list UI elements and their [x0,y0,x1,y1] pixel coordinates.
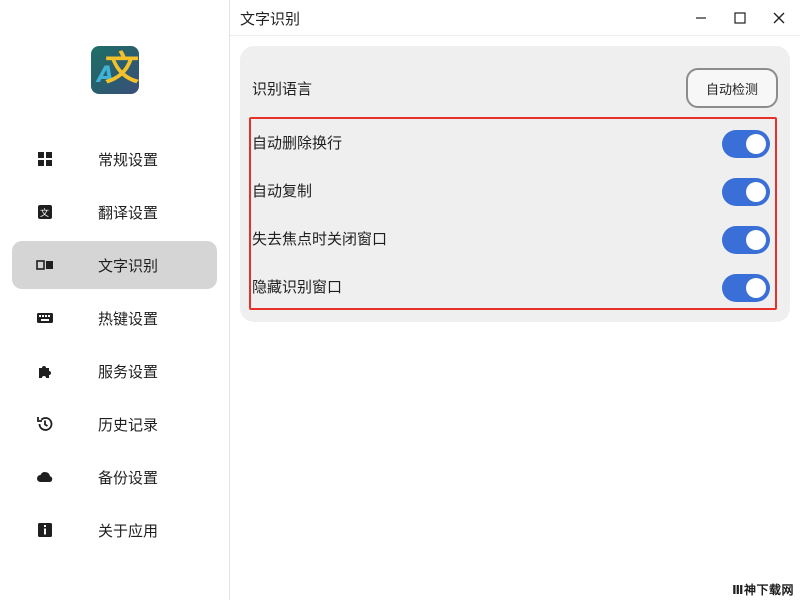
sidebar-item-about[interactable]: 关于应用 [12,506,217,554]
sidebar: A 文 常规设置 文 翻译设置 文字识别 热键设置 服务设置 历史记录 备份设置… [0,0,230,600]
sidebar-item-label: 常规设置 [98,150,159,169]
sidebar-item-label: 文字识别 [98,256,159,275]
toggle-label: 自动删除换行 [252,134,343,152]
sidebar-item-history[interactable]: 历史记录 [12,400,217,448]
sidebar-item-backup[interactable]: 备份设置 [12,453,217,501]
maximize-button[interactable] [727,5,753,31]
logo-glyph: 文 [105,49,139,89]
toggle-row-auto-copy: 自动复制 [240,166,790,214]
app-logo: A 文 [91,46,139,94]
sidebar-item-label: 备份设置 [98,468,159,487]
page-title: 文字识别 [240,10,301,28]
toggle-row-close-on-blur: 失去焦点时关闭窗口 [240,214,790,262]
sidebar-item-label: 翻译设置 [98,203,159,222]
toggle-label: 自动复制 [252,182,313,200]
sidebar-item-label: 历史记录 [98,415,159,434]
app-window: A 文 常规设置 文 翻译设置 文字识别 热键设置 服务设置 历史记录 备份设置… [0,0,800,600]
close-on-blur-toggle[interactable] [722,226,770,254]
language-row: 识别语言 自动检测 [240,66,790,110]
toggle-label: 失去焦点时关闭窗口 [252,230,388,248]
maximize-icon [734,12,746,24]
toggle-knob [746,134,766,154]
sidebar-item-hotkey[interactable]: 热键设置 [12,294,217,342]
puzzle-icon [36,362,54,380]
toggle-label: 隐藏识别窗口 [252,278,343,296]
sidebar-item-service[interactable]: 服务设置 [12,347,217,395]
toggle-knob [746,278,766,298]
ocr-icon [36,256,54,274]
grid-icon [36,150,54,168]
sidebar-item-translate[interactable]: 文 翻译设置 [12,188,217,236]
svg-text:文: 文 [40,207,49,219]
keyboard-icon [36,309,54,327]
close-button[interactable] [766,5,792,31]
sidebar-item-label: 热键设置 [98,309,159,328]
toggle-row-remove-newline: 自动删除换行 [240,118,790,166]
auto-copy-toggle[interactable] [722,178,770,206]
title-bar: 文字识别 [230,0,800,36]
sidebar-item-general[interactable]: 常规设置 [12,135,217,183]
close-icon [773,12,785,24]
toggle-knob [746,230,766,250]
sidebar-item-ocr[interactable]: 文字识别 [12,241,217,289]
watermark: Ⅲ神下载网 [732,583,794,597]
translate-icon: 文 [36,203,54,221]
toggle-knob [746,182,766,202]
language-select-button[interactable]: 自动检测 [686,68,778,108]
history-icon [36,415,54,433]
toggle-row-hide-window: 隐藏识别窗口 [240,262,790,310]
remove-newline-toggle[interactable] [722,130,770,158]
sidebar-item-label: 关于应用 [98,521,159,540]
info-icon [36,521,54,539]
hide-window-toggle[interactable] [722,274,770,302]
cloud-icon [36,468,54,486]
sidebar-item-label: 服务设置 [98,362,159,381]
minimize-button[interactable] [688,5,714,31]
minimize-icon [696,17,706,19]
language-label: 识别语言 [252,80,313,98]
